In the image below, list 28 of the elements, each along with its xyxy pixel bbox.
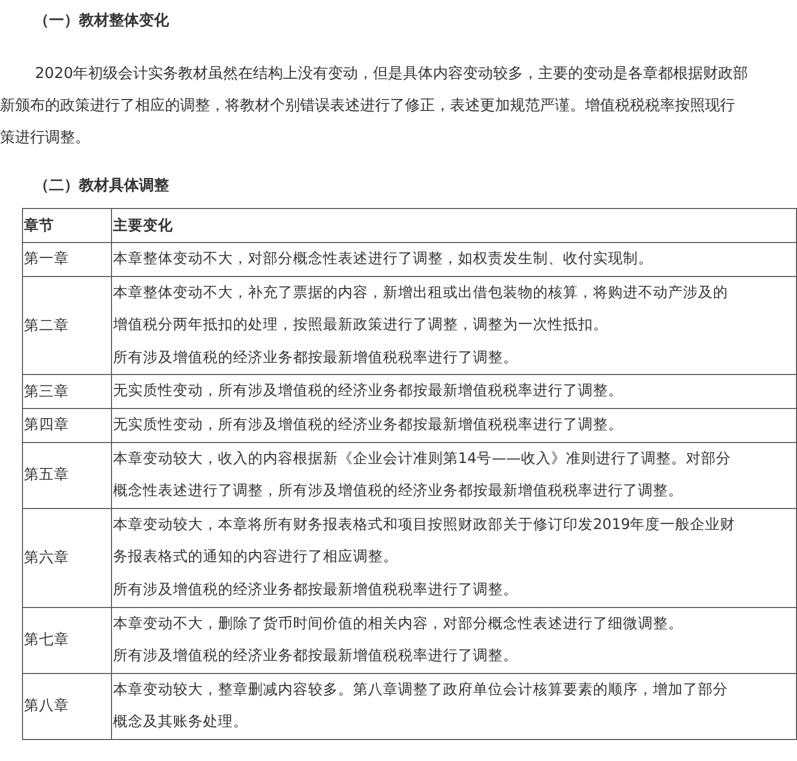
table-cell: 第三章 bbox=[22, 374, 112, 408]
table-cell: 第二章 bbox=[22, 276, 112, 375]
table-cell-text: 无实质性变动，所有涉及增值税的经济业务都按最新增值税税率进行了调整。 bbox=[113, 414, 624, 435]
table-cell-text: 本章整体变动不大，补充了票据的内容，新增出租或出借包装物的核算，将购进不动产涉及的 bbox=[113, 282, 729, 303]
table-cell: 第六章 bbox=[22, 508, 112, 608]
table-cell: 第五章 bbox=[22, 442, 112, 508]
table-cell: 第一章 bbox=[22, 242, 112, 276]
table-cell: 第七章 bbox=[22, 607, 112, 674]
column-header: 主要变化 bbox=[112, 208, 796, 242]
table-cell-text: 本章整体变动不大，对部分概念性表述进行了调整，如权责发生制、收付实现制。 bbox=[113, 249, 654, 269]
table-cell-text: 所有涉及增值税的经济业务都按最新增值税税率进行了调整。 bbox=[113, 348, 519, 368]
table-cell: 第八章 bbox=[22, 673, 112, 740]
table-cell-text: 本章变动较大，收入的内容根据新《企业会计准则第14号——收入》准则进行了调整。对部分 bbox=[113, 448, 732, 469]
table-cell-text: 增值税分两年抵扣的处理，按照最新政策进行了调整，调整为一次性抵扣。 bbox=[113, 315, 609, 336]
table-cell-text: 务报表格式的通知的内容进行了相应调整。 bbox=[113, 547, 399, 568]
table-cell-text: 概念性表述进行了调整，所有涉及增值税的经济业务都按最新增值税税率进行了调整。 bbox=[113, 481, 684, 502]
table-cell-text: 本章变动不大，删除了货币时间价值的相关内容，对部分概念性表述进行了细微调整。 bbox=[113, 614, 684, 634]
column-header: 章节 bbox=[22, 208, 112, 242]
table-cell-text: 本章变动较大，整章删减内容较多。第八章调整了政府单位会计核算要素的顺序，增加了部分 bbox=[113, 680, 729, 700]
table-cell-text: 无实质性变动，所有涉及增值税的经济业务都按最新增值税税率进行了调整。 bbox=[113, 381, 624, 402]
table-cell-text: 概念及其账务处理。 bbox=[113, 712, 249, 732]
paragraph: 2020年初级会计实务教材虽然在结构上没有变动，但是具体内容变动较多，主要的变动是各章都根据财政部 新颁布的政策进行了相应的调整，将教材个别错误表述进行了修正，表述更加规范严谨。增值税税税率按照现行 策进行调整。 bbox=[0, 63, 750, 148]
section-heading: （二）教材具体调整 bbox=[33, 175, 170, 195]
table-cell: 第四章 bbox=[22, 408, 112, 442]
section-heading: （一）教材整体变化 bbox=[33, 10, 170, 30]
table-cell-text: 本章变动较大，本章将所有财务报表格式和项目按照财政部关于修订印发2019年度一般企业财 bbox=[113, 514, 736, 535]
table-cell-text: 所有涉及增值税的经济业务都按最新增值税税率进行了调整。 bbox=[113, 646, 519, 666]
table-cell-text: 所有涉及增值税的经济业务都按最新增值税税率进行了调整。 bbox=[113, 580, 519, 600]
